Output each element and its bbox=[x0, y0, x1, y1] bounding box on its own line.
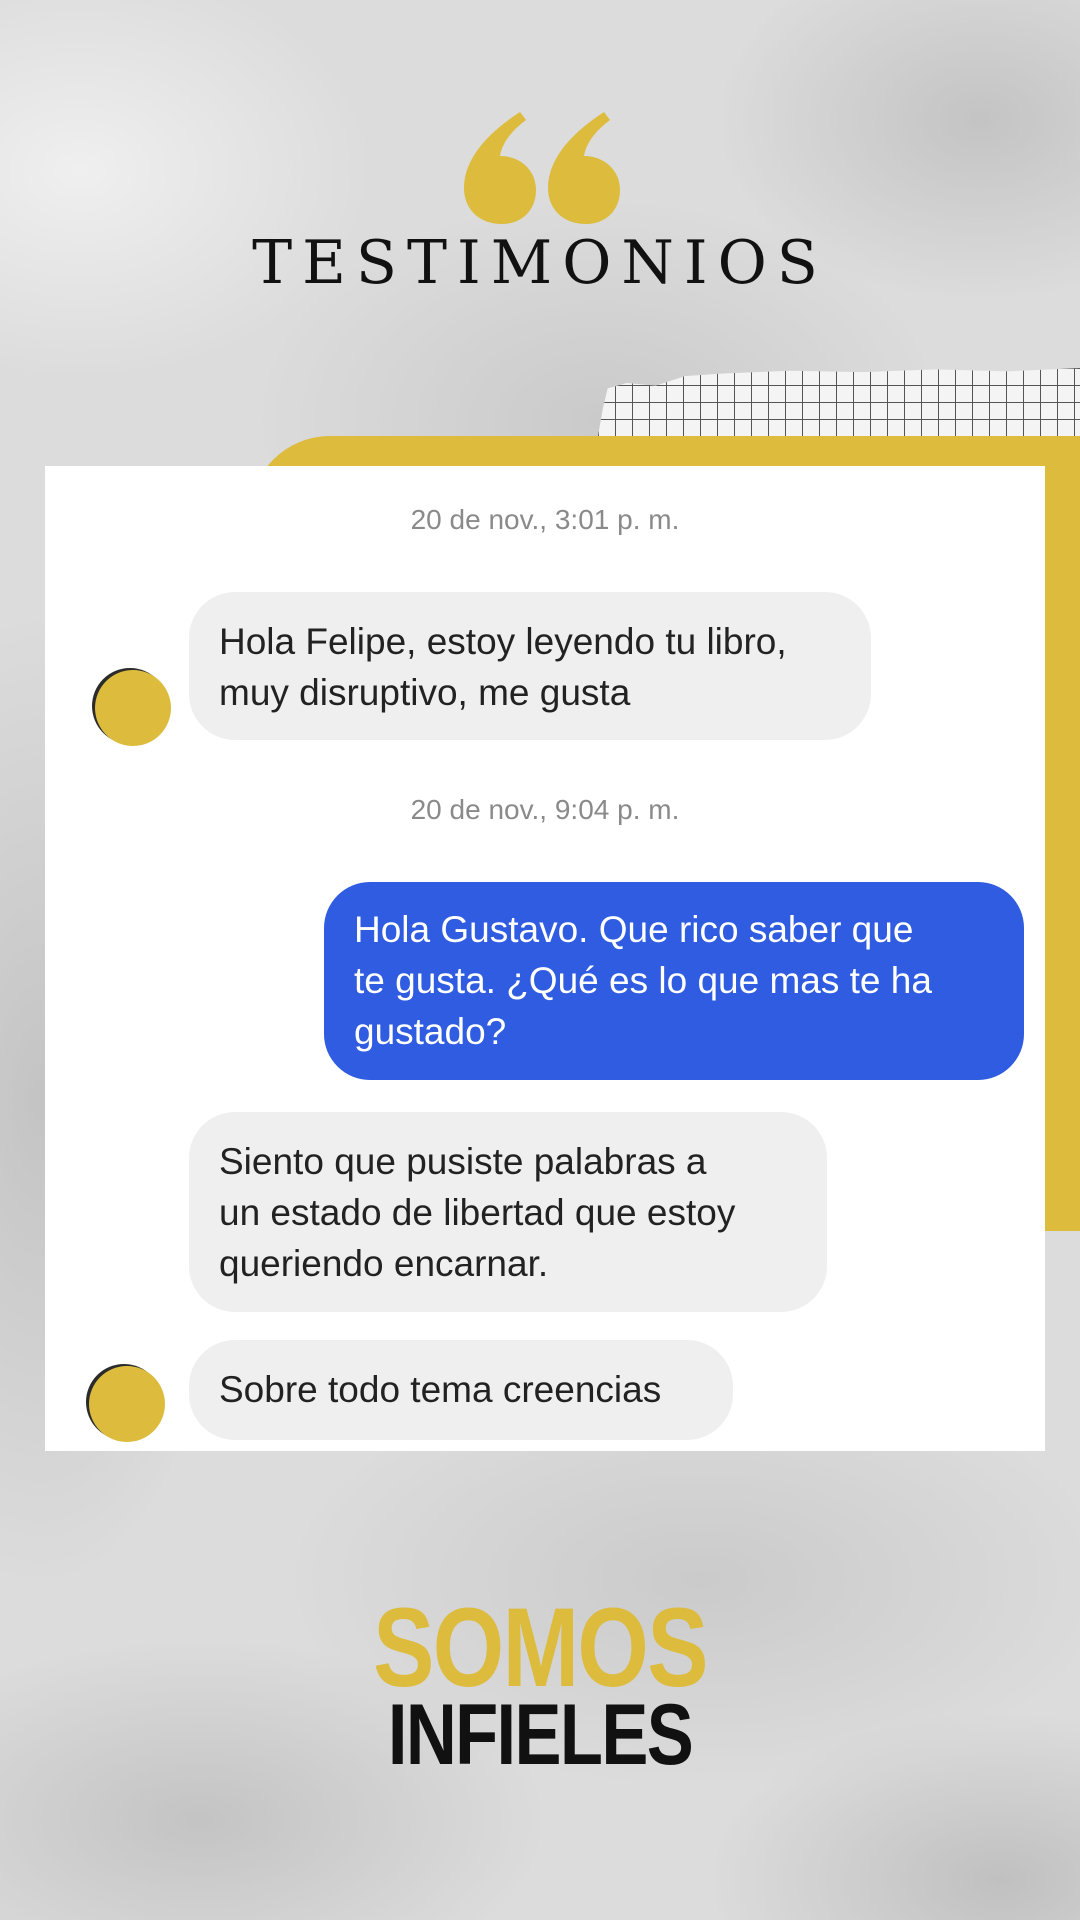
page-title: TESTIMONIOS bbox=[252, 228, 828, 298]
quote-icon bbox=[464, 112, 620, 224]
brand-logo-line2: INFIELES bbox=[387, 1687, 694, 1783]
outgoing-message: Hola Gustavo. Que rico saber que te gust… bbox=[324, 882, 1024, 1080]
incoming-message: Siento que pusiste palabras a un estado … bbox=[189, 1112, 827, 1312]
avatar bbox=[95, 670, 171, 746]
message-timestamp: 20 de nov., 3:01 p. m. bbox=[410, 504, 680, 535]
incoming-message: Sobre todo tema creencias bbox=[189, 1340, 733, 1440]
avatar bbox=[89, 1366, 165, 1442]
incoming-message: Hola Felipe, estoy leyendo tu libro, muy… bbox=[189, 592, 871, 740]
chat-screenshot: 20 de nov., 3:01 p. m. Hola Felipe, esto… bbox=[45, 466, 1045, 1451]
message-timestamp: 20 de nov., 9:04 p. m. bbox=[410, 794, 680, 825]
